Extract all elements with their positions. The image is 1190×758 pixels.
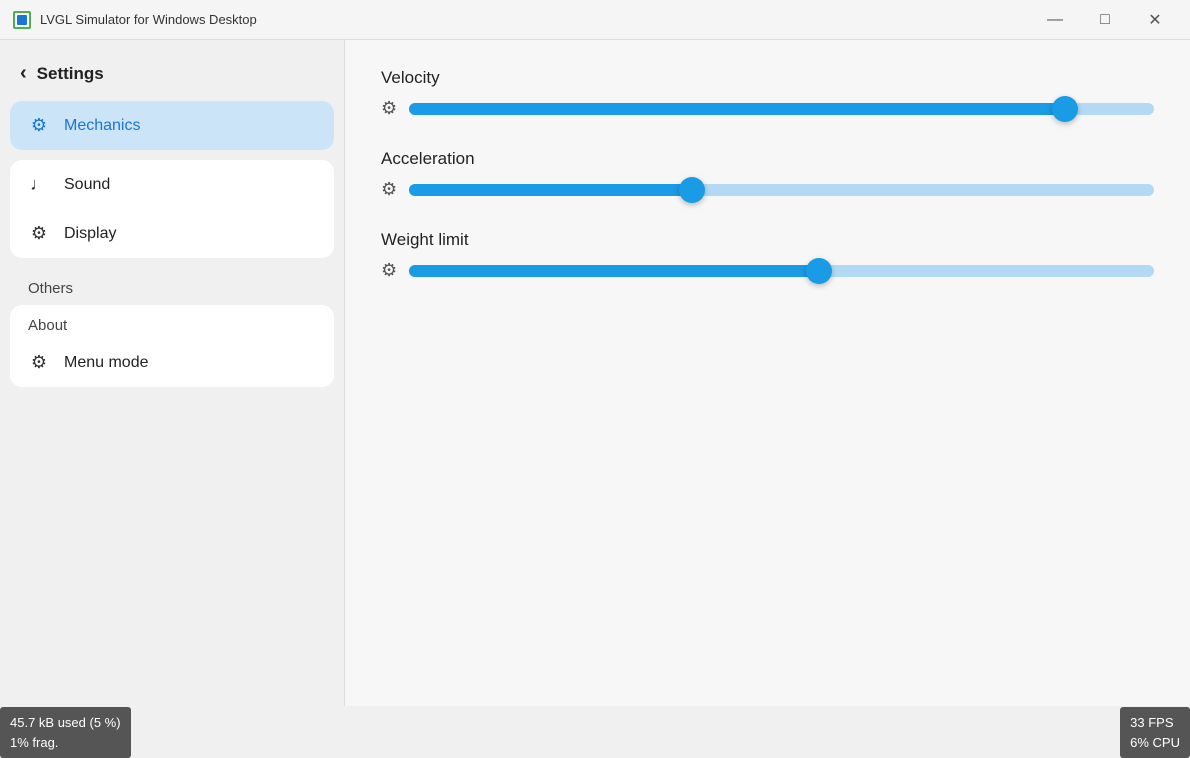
title-bar-left: LVGL Simulator for Windows Desktop bbox=[12, 10, 257, 30]
cpu-info: 6% CPU bbox=[1130, 733, 1180, 753]
status-bar: 45.7 kB used (5 %) 1% frag. 33 FPS 6% CP… bbox=[0, 706, 1190, 758]
main-layout: ‹ Settings ⚙ Mechanics ♩ Sound ⚙ Display… bbox=[0, 40, 1190, 706]
velocity-slider[interactable] bbox=[409, 103, 1154, 115]
acceleration-group: Acceleration ⚙ bbox=[381, 149, 1154, 200]
window-title: LVGL Simulator for Windows Desktop bbox=[40, 12, 257, 27]
title-bar: LVGL Simulator for Windows Desktop — □ ✕ bbox=[0, 0, 1190, 40]
maximize-button[interactable]: □ bbox=[1082, 4, 1128, 36]
sidebar: ‹ Settings ⚙ Mechanics ♩ Sound ⚙ Display… bbox=[0, 40, 345, 706]
acceleration-slider[interactable] bbox=[409, 184, 1154, 196]
others-label: Others bbox=[10, 268, 334, 301]
status-left: 45.7 kB used (5 %) 1% frag. bbox=[0, 707, 131, 758]
mechanics-label: Mechanics bbox=[64, 117, 140, 135]
weight-limit-thumb[interactable] bbox=[806, 258, 832, 284]
acceleration-row: ⚙ bbox=[381, 179, 1154, 200]
status-right: 33 FPS 6% CPU bbox=[1120, 707, 1190, 758]
menu-mode-label: Menu mode bbox=[64, 354, 149, 372]
gear-icon: ⚙ bbox=[28, 115, 50, 136]
sidebar-item-mechanics[interactable]: ⚙ Mechanics bbox=[10, 101, 334, 150]
music-icon: ♩ bbox=[28, 174, 50, 195]
velocity-group: Velocity ⚙ bbox=[381, 68, 1154, 119]
velocity-thumb[interactable] bbox=[1052, 96, 1078, 122]
velocity-gear-icon[interactable]: ⚙ bbox=[381, 98, 397, 119]
mechanics-group: ⚙ Mechanics bbox=[10, 101, 334, 150]
acceleration-gear-icon[interactable]: ⚙ bbox=[381, 179, 397, 200]
minimize-button[interactable]: — bbox=[1032, 4, 1078, 36]
velocity-label: Velocity bbox=[381, 68, 1154, 88]
sidebar-item-sound[interactable]: ♩ Sound bbox=[10, 160, 334, 209]
back-arrow-icon: ‹ bbox=[20, 62, 27, 85]
back-button[interactable]: ‹ Settings bbox=[10, 54, 334, 93]
sidebar-item-menu-mode[interactable]: ⚙ Menu mode bbox=[10, 338, 334, 387]
sound-display-group: ♩ Sound ⚙ Display bbox=[10, 160, 334, 258]
weight-limit-gear-icon[interactable]: ⚙ bbox=[381, 260, 397, 281]
acceleration-label: Acceleration bbox=[381, 149, 1154, 169]
sound-label: Sound bbox=[64, 176, 110, 194]
menu-mode-gear-icon: ⚙ bbox=[28, 352, 50, 373]
content-area: Velocity ⚙ Acceleration ⚙ bbox=[345, 40, 1190, 706]
velocity-row: ⚙ bbox=[381, 98, 1154, 119]
weight-limit-group: Weight limit ⚙ bbox=[381, 230, 1154, 281]
close-button[interactable]: ✕ bbox=[1132, 4, 1178, 36]
fps-info: 33 FPS bbox=[1130, 713, 1180, 733]
weight-limit-label: Weight limit bbox=[381, 230, 1154, 250]
settings-label: Settings bbox=[37, 64, 104, 84]
display-gear-icon: ⚙ bbox=[28, 223, 50, 244]
memory-usage: 45.7 kB used (5 %) bbox=[10, 713, 121, 733]
app-icon bbox=[12, 10, 32, 30]
acceleration-thumb[interactable] bbox=[679, 177, 705, 203]
weight-limit-slider[interactable] bbox=[409, 265, 1154, 277]
title-bar-controls: — □ ✕ bbox=[1032, 4, 1178, 36]
about-label: About bbox=[10, 305, 334, 338]
about-group: About ⚙ Menu mode bbox=[10, 305, 334, 387]
display-label: Display bbox=[64, 225, 116, 243]
weight-limit-row: ⚙ bbox=[381, 260, 1154, 281]
frag-info: 1% frag. bbox=[10, 733, 121, 753]
sidebar-item-display[interactable]: ⚙ Display bbox=[10, 209, 334, 258]
